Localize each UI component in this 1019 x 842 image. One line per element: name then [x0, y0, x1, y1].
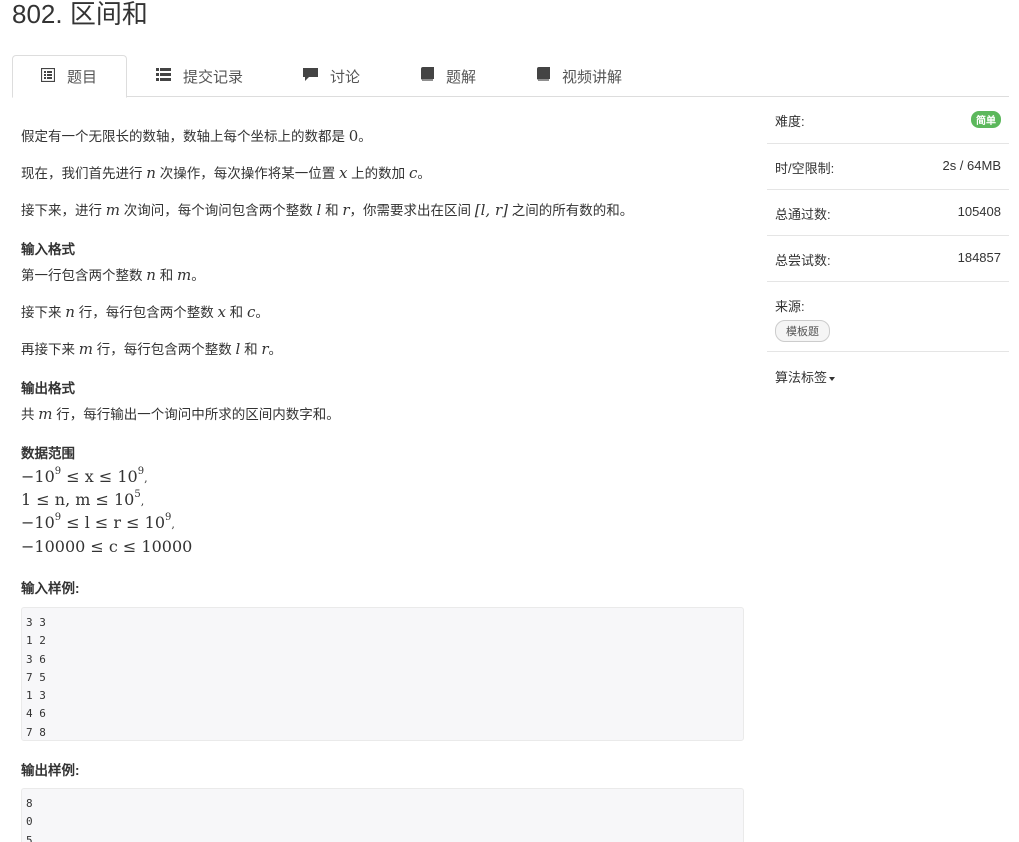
source-label: 来源:: [775, 299, 805, 314]
algo-tags-toggle[interactable]: 算法标签: [775, 367, 836, 386]
tab-discussion[interactable]: 讨论: [303, 55, 360, 97]
sample-output-heading: 输出样例:: [21, 763, 80, 778]
difficulty-label: 难度:: [775, 114, 805, 129]
problem-paragraph: 接下来，进行 m 次询问，每个询问包含两个整数 l 和 r，你需要求出在区间 […: [21, 201, 634, 219]
tried-row: 总尝试数: 184857: [767, 236, 1009, 282]
code-line: 3 6: [26, 652, 46, 666]
input-format-line: 再接下来 m 行，每行包含两个整数 l 和 r。: [21, 340, 283, 358]
page-title: 802. 区间和: [12, 0, 148, 29]
input-format-line: 第一行包含两个整数 n 和 m。: [21, 266, 205, 284]
list-icon: [156, 67, 171, 85]
data-range-line: −10000 ≤ c ≤ 10000: [21, 537, 193, 556]
passed-row: 总通过数: 105408: [767, 190, 1009, 236]
caret-down-icon: [829, 376, 836, 381]
tab-label: 题解: [446, 68, 477, 86]
data-range-heading: 数据范围: [21, 446, 75, 461]
code-line: 7 5: [26, 670, 46, 684]
source-tag[interactable]: 模板题: [775, 320, 830, 342]
algo-tags-row[interactable]: 算法标签: [767, 352, 1009, 396]
sample-output-box[interactable]: 8 0 5: [21, 788, 744, 842]
difficulty-row: 难度: 简单: [767, 97, 1009, 144]
problem-paragraph: 假定有一个无限长的数轴，数轴上每个坐标上的数都是 0。: [21, 127, 372, 145]
book-icon: [537, 67, 550, 85]
tab-video[interactable]: 视频讲解: [537, 55, 622, 97]
code-line: 0: [26, 815, 33, 829]
passed-value: 105408: [957, 204, 1001, 219]
limit-value: 2s / 64MB: [942, 158, 1001, 173]
input-format-heading: 输入格式: [21, 242, 75, 257]
tab-label: 题目: [67, 69, 98, 86]
input-format-line: 接下来 n 行，每行包含两个整数 x 和 c。: [21, 303, 269, 321]
difficulty-badge: 简单: [971, 111, 1001, 128]
sample-input-heading: 输入样例:: [21, 581, 80, 596]
data-range-line: −109 ≤ x ≤ 109,: [21, 465, 148, 486]
limit-label: 时/空限制:: [775, 161, 835, 176]
data-range-line: −109 ≤ l ≤ r ≤ 109,: [21, 511, 175, 532]
data-range-line: 1 ≤ n, m ≤ 105,: [21, 488, 145, 509]
comment-icon: [303, 67, 318, 85]
book-icon: [421, 67, 434, 85]
code-line: 5: [26, 833, 33, 842]
tab-label: 提交记录: [183, 68, 244, 86]
tab-label: 讨论: [330, 68, 361, 86]
code-line: 3 3: [26, 616, 46, 629]
code-line: 8: [26, 797, 33, 810]
code-line: 1 2: [26, 634, 46, 648]
tab-label: 视频讲解: [562, 68, 623, 86]
tab-bar: 题目 提交记录 讨论 题解 视频讲解: [12, 55, 1009, 98]
code-line: 1 3: [26, 689, 46, 703]
tab-solutions[interactable]: 题解: [421, 55, 476, 97]
limit-row: 时/空限制: 2s / 64MB: [767, 144, 1009, 190]
tried-value: 184857: [957, 250, 1001, 265]
output-format-heading: 输出格式: [21, 381, 75, 396]
code-line: 4 6: [26, 707, 46, 721]
list-alt-icon: [40, 67, 56, 86]
passed-label: 总通过数:: [775, 207, 831, 222]
code-line: 7 8: [26, 725, 46, 739]
source-row: 来源: 模板题: [767, 282, 1009, 352]
tab-submissions[interactable]: 提交记录: [156, 55, 243, 97]
problem-paragraph: 现在，我们首先进行 n 次操作，每次操作将某一位置 x 上的数加 c。: [21, 164, 431, 182]
tried-label: 总尝试数:: [775, 253, 831, 268]
sample-input-box[interactable]: 3 3 1 2 3 6 7 5 1 3 4 6 7 8: [21, 607, 744, 741]
output-format-line: 共 m 行，每行输出一个询问中所求的区间内数字和。: [21, 405, 340, 423]
tab-problem[interactable]: 题目: [12, 55, 127, 98]
